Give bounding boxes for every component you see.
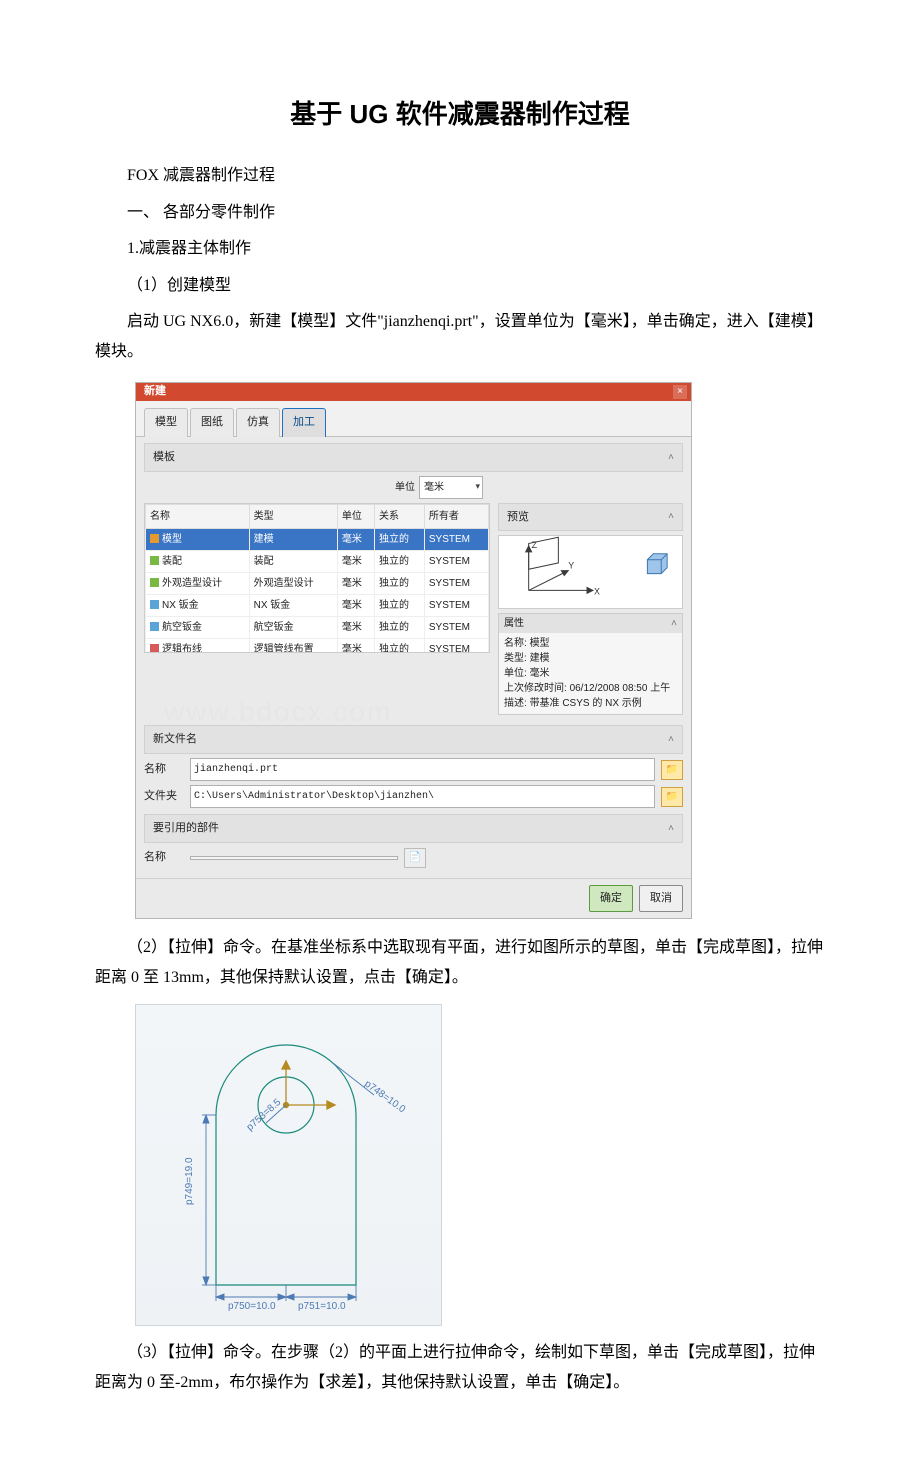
file-icon <box>150 600 159 609</box>
chevron-up-icon[interactable]: ˄ <box>668 819 674 838</box>
paragraph: 启动 UG NX6.0，新建【模型】文件"jianzhenqi.prt"，设置单… <box>95 307 825 368</box>
section-label: 模板 <box>153 447 175 468</box>
tab-model[interactable]: 模型 <box>144 408 188 437</box>
dialog-titlebar: 新建 × <box>136 383 691 401</box>
chevron-up-icon[interactable]: ˄ <box>671 616 677 631</box>
file-icon <box>150 556 159 565</box>
dim-width-left: p750=10.0 <box>228 1301 276 1312</box>
paragraph: （2）【拉伸】命令。在基准坐标系中选取现有平面，进行如图所示的草图，单击【完成草… <box>95 933 825 994</box>
col-rel[interactable]: 关系 <box>374 504 424 528</box>
sketch-image: p748=10.0 p753=8.5 p749=19.0 p750=10.0 p… <box>135 1004 442 1326</box>
svg-text:X: X <box>594 587 600 597</box>
chevron-up-icon[interactable]: ˄ <box>668 448 674 467</box>
browse-icon[interactable]: 📁 <box>661 760 683 780</box>
units-dropdown[interactable]: 毫米 <box>419 476 483 499</box>
dim-diameter: p753=8.5 <box>245 1096 284 1133</box>
name-label: 名称 <box>144 759 184 780</box>
preview-label: 预览 <box>507 507 529 528</box>
table-row[interactable]: 逻辑布线逻辑管线布置毫米独立的SYSTEM <box>146 638 489 653</box>
section-label: 要引用的部件 <box>153 818 219 839</box>
paragraph: （1）创建模型 <box>95 271 825 301</box>
table-row[interactable]: 航空钣金航空钣金毫米独立的SYSTEM <box>146 616 489 638</box>
units-label: 单位 <box>395 478 415 497</box>
col-type[interactable]: 类型 <box>249 504 337 528</box>
table-row[interactable]: NX 钣金NX 钣金毫米独立的SYSTEM <box>146 594 489 616</box>
paragraph: （3）【拉伸】命令。在步骤（2）的平面上进行拉伸命令，绘制如下草图，单击【完成草… <box>95 1338 825 1399</box>
folder-input[interactable]: C:\Users\Administrator\Desktop\jianzhen\ <box>190 785 655 808</box>
section-templates: 模板 ˄ <box>144 443 683 472</box>
paragraph: FOX 减震器制作过程 <box>95 161 825 191</box>
new-file-dialog: 新建 × 模型 图纸 仿真 加工 模板 ˄ 单位 毫米 <box>135 382 692 919</box>
tab-simulation[interactable]: 仿真 <box>236 408 280 437</box>
file-icon <box>150 622 159 631</box>
section-refpart: 要引用的部件 ˄ <box>144 814 683 843</box>
document-page: 基于 UG 软件减震器制作过程 FOX 减震器制作过程 一、 各部分零件制作 1… <box>0 0 920 1465</box>
col-owner[interactable]: 所有者 <box>424 504 488 528</box>
browse-icon[interactable]: 📁 <box>661 787 683 807</box>
file-icon <box>150 534 159 543</box>
refname-label: 名称 <box>144 847 184 868</box>
col-name[interactable]: 名称 <box>146 504 250 528</box>
col-unit[interactable]: 单位 <box>337 504 374 528</box>
tab-machining[interactable]: 加工 <box>282 408 326 437</box>
table-row[interactable]: 模型建模毫米独立的SYSTEM <box>146 528 489 550</box>
properties-panel: 属性 ˄ 名称: 模型 类型: 建模 单位: 毫米 上次修改时间: 06/12/… <box>498 613 683 715</box>
table-row[interactable]: 外观造型设计外观造型设计毫米独立的SYSTEM <box>146 572 489 594</box>
chevron-up-icon[interactable]: ˄ <box>668 507 674 526</box>
paragraph: 1.减震器主体制作 <box>95 234 825 264</box>
dim-height: p749=19.0 <box>184 1157 195 1205</box>
close-icon[interactable]: × <box>673 385 687 399</box>
cancel-button[interactable]: 取消 <box>639 885 683 912</box>
svg-text:Z: Z <box>532 540 538 550</box>
folder-label: 文件夹 <box>144 786 184 807</box>
dialog-title: 新建 <box>140 381 667 402</box>
dialog-tabs: 模型 图纸 仿真 加工 <box>136 401 691 437</box>
filename-input[interactable]: jianzhenqi.prt <box>190 758 655 781</box>
svg-text:Y: Y <box>568 561 574 571</box>
tab-drawing[interactable]: 图纸 <box>190 408 234 437</box>
section-newfile: 新文件名 ˄ <box>144 725 683 754</box>
dim-radius: p748=10.0 <box>362 1078 407 1115</box>
file-icon <box>150 578 159 587</box>
paragraph: 一、 各部分零件制作 <box>95 198 825 228</box>
templates-table[interactable]: 名称 类型 单位 关系 所有者 模型建模毫米独立的SYSTEM装配装配毫米独立的… <box>144 503 490 653</box>
refname-input[interactable] <box>190 856 398 860</box>
browse-icon[interactable]: 📄 <box>404 848 426 868</box>
dim-width-right: p751=10.0 <box>298 1301 346 1312</box>
page-title: 基于 UG 软件减震器制作过程 <box>95 90 825 139</box>
preview-pane: Z X Y <box>498 535 683 609</box>
ok-button[interactable]: 确定 <box>589 885 633 912</box>
file-icon <box>150 644 159 652</box>
props-header: 属性 <box>504 616 524 631</box>
section-label: 新文件名 <box>153 729 197 750</box>
chevron-up-icon[interactable]: ˄ <box>668 730 674 749</box>
table-row[interactable]: 装配装配毫米独立的SYSTEM <box>146 550 489 572</box>
preview-header: 预览 ˄ <box>498 503 683 532</box>
